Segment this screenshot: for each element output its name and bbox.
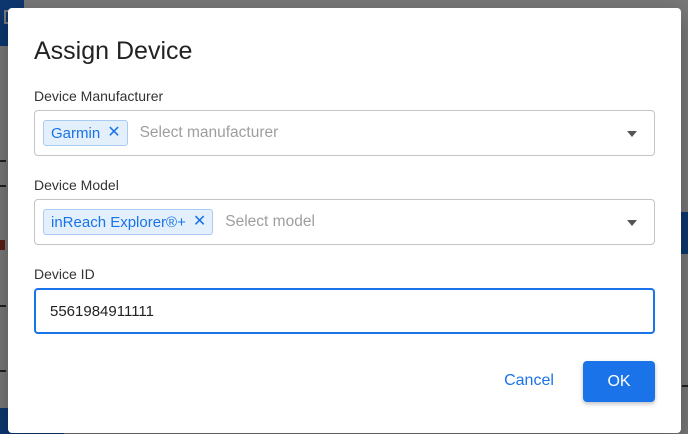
close-icon[interactable]: ✕: [107, 125, 120, 141]
manufacturer-chip-label: Garmin: [51, 124, 101, 142]
manufacturer-label: Device Manufacturer: [34, 88, 164, 104]
device-id-label: Device ID: [34, 266, 95, 282]
close-icon[interactable]: ✕: [193, 214, 206, 230]
dialog-title: Assign Device: [34, 37, 193, 65]
chevron-down-icon[interactable]: [627, 220, 637, 226]
manufacturer-select[interactable]: Garmin ✕ Select manufacturer: [34, 110, 655, 156]
model-chip: inReach Explorer®+ ✕: [43, 209, 214, 235]
assign-device-dialog: Assign Device Device Manufacturer Garmin…: [8, 8, 681, 433]
ok-button[interactable]: OK: [583, 361, 655, 402]
model-placeholder[interactable]: Select model: [225, 213, 315, 231]
cancel-button[interactable]: Cancel: [486, 364, 572, 398]
model-chip-label: inReach Explorer®+: [51, 213, 186, 231]
model-label: Device Model: [34, 177, 119, 193]
device-id-input[interactable]: 5561984911111: [34, 288, 655, 334]
manufacturer-chip: Garmin ✕: [43, 120, 128, 146]
chevron-down-icon[interactable]: [627, 131, 637, 137]
manufacturer-placeholder[interactable]: Select manufacturer: [140, 124, 279, 142]
model-select[interactable]: inReach Explorer®+ ✕ Select model: [34, 199, 655, 245]
